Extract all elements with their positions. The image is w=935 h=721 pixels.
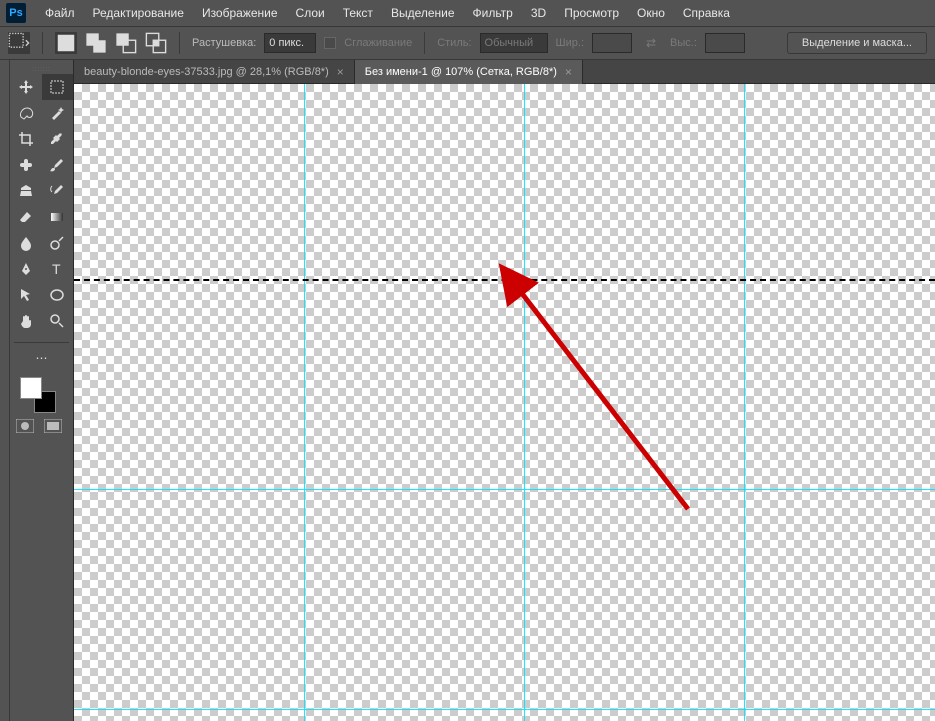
height-label: Выс.: (670, 37, 697, 49)
style-select[interactable] (480, 33, 548, 53)
guide-vertical[interactable] (304, 84, 305, 721)
document-area: beauty-blonde-eyes-37533.jpg @ 28,1% (RG… (74, 60, 935, 721)
width-input (592, 33, 632, 53)
rectangular-marquee-tool[interactable] (42, 74, 74, 100)
crop-tool[interactable] (10, 126, 42, 152)
dodge-tool[interactable] (42, 230, 74, 256)
path-selection-tool[interactable] (10, 282, 42, 308)
magic-wand-tool[interactable] (42, 100, 74, 126)
select-and-mask-button[interactable]: Выделение и маска... (787, 32, 927, 54)
guide-vertical[interactable] (744, 84, 745, 721)
selection-add-icon[interactable] (85, 32, 107, 54)
selection-subtract-icon[interactable] (115, 32, 137, 54)
selection-intersect-icon[interactable] (145, 32, 167, 54)
antialias-checkbox (324, 37, 336, 49)
swap-dimensions-icon: ⇄ (640, 32, 662, 54)
edit-toolbar-button[interactable]: ⋯ (10, 345, 73, 371)
foreground-color[interactable] (20, 377, 42, 399)
document-tab-label: beauty-blonde-eyes-37533.jpg @ 28,1% (RG… (84, 66, 329, 78)
quickmask-icon[interactable] (16, 419, 34, 433)
close-icon[interactable]: × (565, 65, 572, 79)
document-tab-strip: beauty-blonde-eyes-37533.jpg @ 28,1% (RG… (74, 60, 935, 84)
shape-tool[interactable] (42, 282, 74, 308)
toolbar: T ⋯ (10, 60, 74, 721)
document-tab-label: Без имени-1 @ 107% (Сетка, RGB/8*) (365, 66, 557, 78)
panel-dock-left[interactable] (0, 60, 10, 721)
annotation-arrow (74, 84, 935, 721)
menu-text[interactable]: Текст (334, 2, 382, 24)
menu-3d[interactable]: 3D (522, 2, 555, 24)
pen-tool[interactable] (10, 256, 42, 282)
screenmode-icon[interactable] (44, 419, 62, 433)
selection-new-icon[interactable] (55, 32, 77, 54)
eraser-tool[interactable] (10, 204, 42, 230)
tool-preset-dropdown[interactable] (8, 32, 30, 54)
guide-horizontal[interactable] (74, 709, 935, 710)
antialias-label: Сглаживание (344, 37, 412, 49)
move-tool[interactable] (10, 74, 42, 100)
menu-bar: Ps Файл Редактирование Изображение Слои … (0, 0, 935, 26)
menu-view[interactable]: Просмотр (555, 2, 628, 24)
selection-marquee (74, 279, 935, 281)
guide-vertical[interactable] (524, 84, 525, 721)
canvas[interactable] (74, 84, 935, 721)
feather-input[interactable] (264, 33, 316, 53)
guide-horizontal[interactable] (74, 489, 935, 490)
type-tool[interactable]: T (42, 256, 74, 282)
close-icon[interactable]: × (337, 65, 344, 79)
gradient-tool[interactable] (42, 204, 74, 230)
toolbar-grip[interactable] (10, 66, 73, 74)
menu-select[interactable]: Выделение (382, 2, 464, 24)
history-brush-tool[interactable] (42, 178, 74, 204)
blur-tool[interactable] (10, 230, 42, 256)
clone-stamp-tool[interactable] (10, 178, 42, 204)
menu-image[interactable]: Изображение (193, 2, 287, 24)
style-label: Стиль: (437, 37, 471, 49)
menu-window[interactable]: Окно (628, 2, 674, 24)
height-input (705, 33, 745, 53)
hand-tool[interactable] (10, 308, 42, 334)
color-swatches[interactable] (10, 371, 73, 415)
menu-layers[interactable]: Слои (287, 2, 334, 24)
document-tab[interactable]: beauty-blonde-eyes-37533.jpg @ 28,1% (RG… (74, 60, 355, 84)
spot-healing-tool[interactable] (10, 152, 42, 178)
svg-text:T: T (52, 261, 61, 277)
menu-file[interactable]: Файл (36, 2, 84, 24)
zoom-tool[interactable] (42, 308, 74, 334)
app-logo: Ps (6, 3, 26, 23)
lasso-tool[interactable] (10, 100, 42, 126)
menu-edit[interactable]: Редактирование (84, 2, 193, 24)
menu-filter[interactable]: Фильтр (464, 2, 522, 24)
menu-help[interactable]: Справка (674, 2, 739, 24)
options-bar: Растушевка: Сглаживание Стиль: Шир.: ⇄ В… (0, 26, 935, 60)
width-label: Шир.: (556, 37, 584, 49)
brush-tool[interactable] (42, 152, 74, 178)
feather-label: Растушевка: (192, 37, 256, 49)
eyedropper-tool[interactable] (42, 126, 74, 152)
document-tab[interactable]: Без имени-1 @ 107% (Сетка, RGB/8*) × (355, 60, 583, 84)
